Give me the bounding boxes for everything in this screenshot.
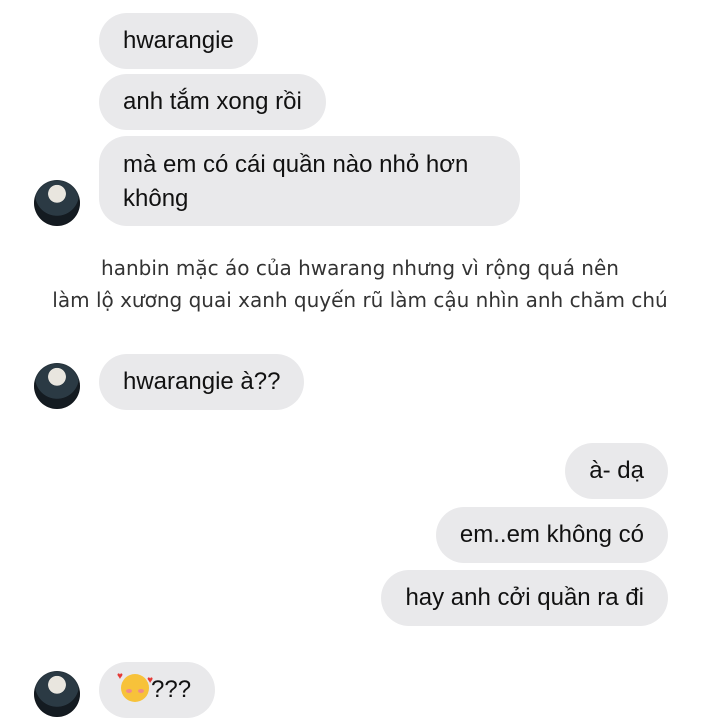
message-bubble-received: anh tắm xong rồi (99, 74, 326, 130)
message-text: anh tắm xong rồi (123, 88, 302, 115)
message-bubble-sent: à- dạ (565, 443, 668, 499)
message-text: em..em không có (459, 521, 644, 548)
message-text-line-2: không (123, 185, 189, 212)
message-bubble-sent: em..em không có (435, 507, 668, 563)
message-text: à- dạ (589, 457, 644, 484)
message-bubble-received: mà em có cái quần nào nhỏ hơn không (99, 136, 520, 226)
avatar[interactable] (34, 363, 80, 409)
avatar[interactable] (34, 180, 80, 226)
message-text: hwarangie à?? (123, 368, 281, 395)
message-bubble-received: ♥ ♥??? (99, 662, 216, 718)
message-bubble-received: hwarangie à?? (99, 354, 305, 410)
message-text: ??? (151, 676, 192, 703)
message-bubble-received: hwarangie (99, 13, 258, 69)
narration-text: hanbin mặc áo của hwarang nhưng vì rộng … (0, 252, 720, 316)
message-text-line-1: mà em có cái quần nào nhỏ hơn (123, 151, 469, 178)
smiling-face-with-hearts-icon: ♥ ♥ (117, 672, 153, 702)
narration-line-1: hanbin mặc áo của hwarang nhưng vì rộng … (101, 256, 619, 280)
avatar[interactable] (34, 671, 80, 717)
message-text: hwarangie (123, 27, 234, 54)
message-bubble-sent: hay anh cởi quần ra đi (381, 570, 668, 626)
narration-line-2: làm lộ xương quai xanh quyến rũ làm cậu … (52, 288, 668, 312)
message-text: hay anh cởi quần ra đi (405, 584, 644, 611)
